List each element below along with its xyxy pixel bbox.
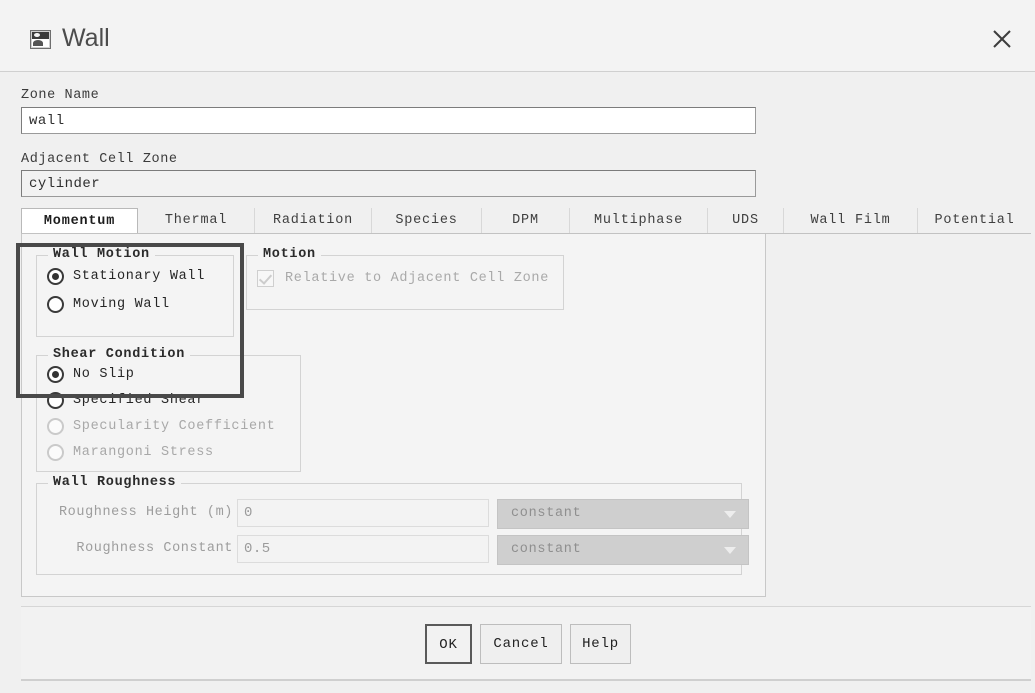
tab-radiation[interactable]: Radiation <box>255 208 372 234</box>
radio-no-slip[interactable]: No Slip <box>47 366 135 383</box>
shear-condition-group-title: Shear Condition <box>48 347 191 362</box>
chevron-down-icon <box>724 511 736 518</box>
help-button[interactable]: Help <box>570 624 631 664</box>
dialog-title-bar: Wall <box>0 0 1035 72</box>
close-icon[interactable] <box>985 22 1019 56</box>
momentum-tab-panel: Wall Motion Stationary Wall Moving Wall … <box>21 234 766 597</box>
radio-moving-wall[interactable]: Moving Wall <box>47 296 170 313</box>
roughness-height-label: Roughness Height (m) <box>58 505 233 520</box>
radio-label: Stationary Wall <box>73 269 206 284</box>
image-icon <box>30 30 51 49</box>
shear-condition-group: Shear Condition No Slip Specified Shear … <box>36 347 301 472</box>
radio-indicator <box>47 392 64 409</box>
tab-bar: Momentum Thermal Radiation Species DPM M… <box>21 208 1031 234</box>
tab-thermal[interactable]: Thermal <box>138 208 255 234</box>
radio-marangoni-stress: Marangoni Stress <box>47 444 214 461</box>
radio-stationary-wall[interactable]: Stationary Wall <box>47 268 205 285</box>
chevron-down-icon <box>724 547 736 554</box>
tab-potential[interactable]: Potential <box>918 208 1031 234</box>
dialog-footer: OK Cancel Help <box>21 607 1031 681</box>
dropdown-value: constant <box>511 506 582 521</box>
radio-label: Specularity Coefficient <box>73 419 276 434</box>
cancel-button[interactable]: Cancel <box>480 624 562 664</box>
wall-roughness-group-title: Wall Roughness <box>48 475 182 490</box>
roughness-constant-label: Roughness Constant <box>76 541 233 556</box>
wall-motion-group: Wall Motion Stationary Wall Moving Wall <box>36 247 234 337</box>
radio-label: Specified Shear <box>73 393 206 408</box>
radio-indicator <box>47 366 64 383</box>
radio-label: No Slip <box>73 367 135 382</box>
tab-species[interactable]: Species <box>372 208 482 234</box>
roughness-height-input[interactable]: 0 <box>237 499 489 527</box>
roughness-constant-input[interactable]: 0.5 <box>237 535 489 563</box>
checkbox-relative-to-adjacent-cell-zone: Relative to Adjacent Cell Zone <box>257 270 549 287</box>
wall-motion-group-title: Wall Motion <box>48 247 155 262</box>
tab-momentum[interactable]: Momentum <box>21 208 138 234</box>
radio-specularity-coefficient: Specularity Coefficient <box>47 418 275 435</box>
wall-boundary-condition-dialog: Wall Zone Name wall Adjacent Cell Zone c… <box>0 0 1035 693</box>
wall-roughness-group: Wall Roughness Roughness Height (m) 0 co… <box>36 475 749 575</box>
page-title: Wall <box>62 24 110 52</box>
tab-dpm[interactable]: DPM <box>482 208 570 234</box>
motion-group-title: Motion <box>258 247 321 262</box>
adjacent-cell-zone-input: cylinder <box>21 170 756 197</box>
motion-group: Motion Relative to Adjacent Cell Zone <box>246 247 564 310</box>
zone-name-label: Zone Name <box>21 88 100 103</box>
zone-name-input[interactable]: wall <box>21 107 756 134</box>
ok-button[interactable]: OK <box>425 624 472 664</box>
radio-label: Marangoni Stress <box>73 445 214 460</box>
tab-multiphase[interactable]: Multiphase <box>570 208 708 234</box>
radio-indicator <box>47 418 64 435</box>
checkbox-indicator <box>257 270 274 287</box>
tab-wall-film[interactable]: Wall Film <box>784 208 918 234</box>
roughness-constant-method-dropdown[interactable]: constant <box>497 535 749 565</box>
tab-uds[interactable]: UDS <box>708 208 784 234</box>
radio-label: Moving Wall <box>73 297 170 312</box>
checkbox-label: Relative to Adjacent Cell Zone <box>285 271 550 286</box>
radio-specified-shear[interactable]: Specified Shear <box>47 392 205 409</box>
adjacent-cell-zone-label: Adjacent Cell Zone <box>21 152 178 167</box>
dropdown-value: constant <box>511 542 582 557</box>
roughness-height-method-dropdown[interactable]: constant <box>497 499 749 529</box>
radio-indicator <box>47 444 64 461</box>
radio-indicator <box>47 268 64 285</box>
radio-indicator <box>47 296 64 313</box>
